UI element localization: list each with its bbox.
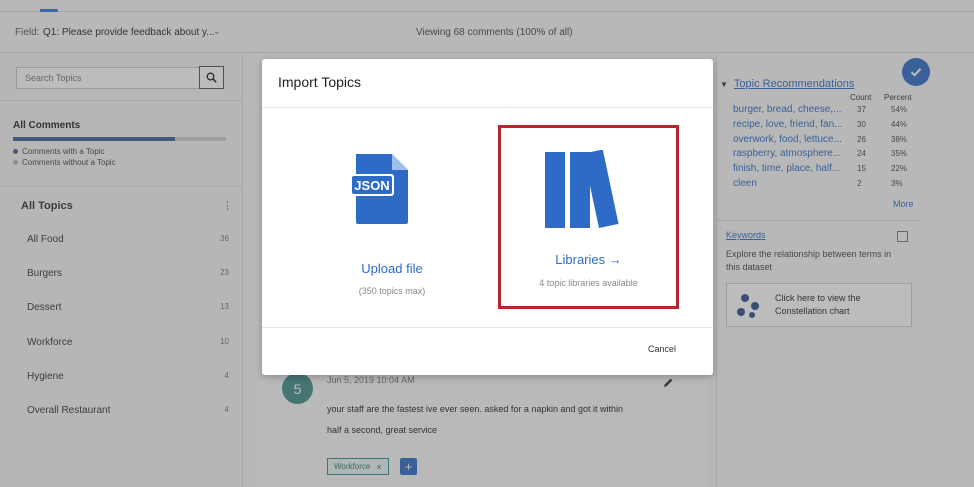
upload-file-label: Upload file [361,261,423,276]
upload-file-option[interactable]: JSON Upload file (350 topics max) [302,125,482,309]
divider [262,327,713,328]
import-topics-dialog: Import Topics JSON Upload file (350 topi… [262,59,713,375]
json-label: JSON [354,178,389,193]
libraries-option[interactable]: Libraries → 4 topic libraries available [498,125,679,309]
cancel-button[interactable]: Cancel [648,344,676,354]
libraries-label: Libraries → [555,252,622,267]
divider [262,107,713,108]
libraries-sub: 4 topic libraries available [539,278,638,288]
json-file-icon: JSON [350,154,408,224]
dialog-title: Import Topics [278,74,361,90]
upload-file-sub: (350 topics max) [358,286,426,296]
library-books-icon [545,150,619,228]
